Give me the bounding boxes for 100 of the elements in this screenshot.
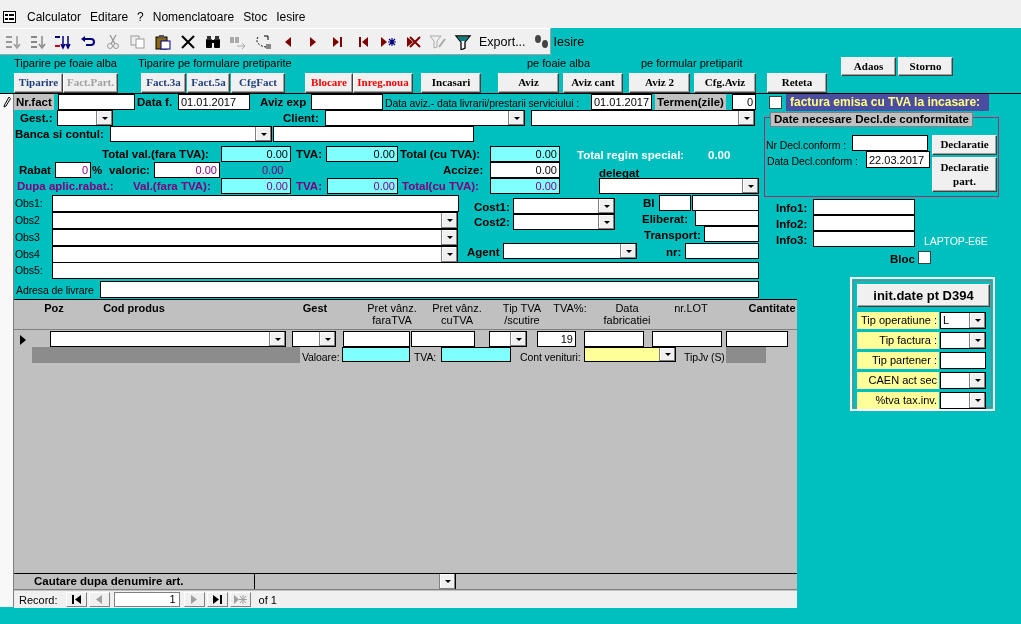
input-field[interactable]: [813, 231, 915, 247]
input-field[interactable]: [52, 195, 459, 212]
init-button[interactable]: init.date pt D394: [857, 284, 990, 307]
input-field[interactable]: 01.01.2017: [178, 94, 250, 110]
previous-record-button[interactable]: [88, 592, 110, 607]
action-button[interactable]: Tiparire: [14, 73, 63, 93]
menu-item[interactable]: Calculator: [22, 10, 87, 24]
dropdown-button[interactable]: [319, 332, 335, 346]
dropdown-button[interactable]: [508, 111, 524, 125]
dropdown-button[interactable]: [441, 247, 457, 262]
input-field[interactable]: 0.00: [326, 146, 398, 162]
exit-button[interactable]: Iesire: [530, 33, 587, 50]
dropdown-button[interactable]: [598, 215, 614, 229]
action-button[interactable]: Aviz: [498, 73, 559, 93]
input-field[interactable]: [58, 94, 135, 110]
action-button[interactable]: Aviz cant: [563, 73, 623, 93]
dropdown-field[interactable]: [531, 110, 755, 126]
action-button[interactable]: Inreg.noua: [353, 73, 413, 93]
dropdown-button[interactable]: [598, 199, 614, 213]
input-field[interactable]: 0.00: [221, 178, 291, 194]
checkbox[interactable]: [918, 251, 931, 264]
dropdown-button[interactable]: [269, 332, 285, 346]
next-record-button[interactable]: [183, 592, 205, 607]
input-field[interactable]: [652, 331, 722, 347]
record-number-field[interactable]: 1: [113, 592, 180, 607]
input-field[interactable]: [342, 347, 410, 362]
input-field[interactable]: [311, 94, 383, 110]
input-field[interactable]: [100, 281, 759, 298]
dropdown-button[interactable]: [969, 373, 985, 388]
dropdown-field[interactable]: [254, 574, 456, 589]
input-field[interactable]: 0: [732, 94, 756, 110]
dropdown-field[interactable]: [57, 110, 113, 126]
dropdown-field[interactable]: [52, 229, 458, 246]
input-field[interactable]: 0.00: [490, 146, 560, 162]
input-field[interactable]: [441, 347, 511, 362]
dropdown-button[interactable]: [620, 244, 636, 258]
input-field[interactable]: 0: [55, 162, 91, 178]
input-field[interactable]: [695, 210, 759, 226]
dropdown-button[interactable]: [742, 179, 758, 193]
dropdown-button[interactable]: [441, 213, 457, 228]
last-record-button[interactable]: [206, 592, 228, 607]
dropdown-button[interactable]: [969, 393, 985, 408]
dropdown-field[interactable]: [940, 392, 986, 409]
dropdown-button[interactable]: [738, 111, 754, 125]
input-field[interactable]: [852, 135, 928, 151]
input-field[interactable]: 22.03.2017: [866, 151, 930, 168]
input-field[interactable]: [726, 331, 788, 347]
action-button[interactable]: Fact.3a: [141, 73, 186, 93]
dropdown-field[interactable]: [110, 126, 272, 142]
form-icon[interactable]: [3, 11, 16, 23]
record-selector[interactable]: [0, 94, 14, 607]
dropdown-field[interactable]: [503, 243, 637, 259]
action-button[interactable]: Reteta: [767, 73, 827, 93]
dropdown-field[interactable]: [50, 331, 286, 347]
menu-item[interactable]: Editare: [85, 10, 134, 24]
input-field[interactable]: [659, 195, 691, 211]
menu-item[interactable]: Nomenclatoare: [147, 10, 240, 24]
input-field[interactable]: [411, 331, 475, 347]
input-field[interactable]: [940, 352, 986, 369]
dropdown-field[interactable]: [292, 331, 336, 347]
input-field[interactable]: [692, 195, 759, 211]
dropdown-button[interactable]: [510, 332, 526, 346]
dropdown-button[interactable]: [441, 230, 457, 245]
dropdown-button[interactable]: [96, 111, 112, 125]
input-field[interactable]: [813, 215, 915, 231]
declaration-button[interactable]: Declaratie part.: [932, 157, 997, 192]
input-field[interactable]: [343, 331, 410, 347]
input-field[interactable]: [813, 199, 915, 215]
input-field[interactable]: 0.00: [490, 162, 560, 178]
menu-item[interactable]: Stoc: [238, 10, 273, 24]
input-field[interactable]: [52, 262, 759, 279]
declaration-button[interactable]: Declaratie: [932, 135, 997, 155]
input-field[interactable]: 0.00: [490, 178, 560, 194]
first-record-button[interactable]: [65, 592, 87, 607]
input-field[interactable]: [584, 331, 644, 347]
dropdown-field[interactable]: L: [940, 312, 986, 329]
dropdown-field[interactable]: [513, 214, 615, 230]
input-field[interactable]: 01.01.2017: [591, 94, 652, 110]
input-field[interactable]: [273, 126, 474, 142]
input-field[interactable]: 0.00: [327, 178, 398, 194]
dropdown-button[interactable]: [255, 127, 271, 141]
dropdown-field[interactable]: [940, 372, 986, 389]
action-button[interactable]: Adaos: [841, 57, 896, 76]
menu-item[interactable]: ?: [132, 10, 149, 24]
dropdown-field[interactable]: [513, 198, 615, 214]
dropdown-button[interactable]: [969, 313, 985, 328]
input-field[interactable]: 0.00: [154, 162, 220, 178]
dropdown-field[interactable]: [52, 212, 458, 229]
dropdown-button[interactable]: [439, 574, 455, 589]
checkbox[interactable]: [769, 96, 782, 109]
dropdown-field[interactable]: [489, 331, 527, 347]
action-button[interactable]: Incasari: [421, 73, 481, 93]
action-button[interactable]: Storno: [898, 57, 953, 76]
dropdown-field[interactable]: [940, 332, 986, 349]
dropdown-field[interactable]: [599, 178, 759, 194]
action-button[interactable]: Fact.5a: [187, 73, 230, 93]
action-button[interactable]: CfgFact: [231, 73, 285, 93]
menu-item[interactable]: Iesire: [271, 10, 311, 24]
input-field[interactable]: 19: [537, 331, 576, 347]
dropdown-button[interactable]: [659, 348, 675, 361]
